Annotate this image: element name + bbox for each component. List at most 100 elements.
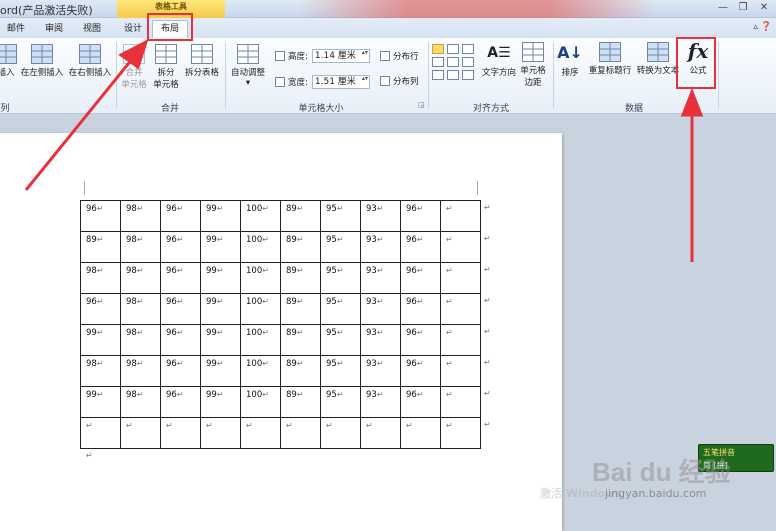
table-cell[interactable]: 98↵: [120, 293, 161, 325]
table-cell[interactable]: 98↵: [120, 324, 161, 356]
insert-left-button[interactable]: 在左侧插入: [18, 44, 66, 78]
table-cell[interactable]: 89↵: [80, 231, 121, 263]
convert-to-text-button[interactable]: 转换为文本: [634, 42, 682, 76]
align-middle-center-icon[interactable]: [447, 57, 459, 67]
table-cell[interactable]: ↵: [360, 417, 401, 449]
table-cell[interactable]: 95↵: [320, 324, 361, 356]
table-cell[interactable]: 98↵: [120, 200, 161, 232]
table-cell[interactable]: 89↵: [280, 262, 321, 294]
table-cell[interactable]: 96↵: [160, 355, 201, 387]
align-bottom-right-icon[interactable]: [462, 70, 474, 80]
table-cell[interactable]: 98↵: [80, 355, 121, 387]
align-middle-left-icon[interactable]: [432, 57, 444, 67]
table-cell[interactable]: 96↵: [160, 200, 201, 232]
split-cells-button[interactable]: 拆分 单元格: [150, 44, 182, 90]
merge-cells-button[interactable]: 合并 单元格: [119, 44, 149, 90]
table-cell[interactable]: 98↵: [120, 355, 161, 387]
close-button[interactable]: ✕: [755, 1, 773, 15]
table-cell[interactable]: 96↵: [400, 293, 441, 325]
table-cell[interactable]: ↵: [80, 417, 121, 449]
table-cell[interactable]: 93↵: [360, 231, 401, 263]
table-cell[interactable]: ↵: [440, 262, 481, 294]
table-cell[interactable]: 96↵: [400, 262, 441, 294]
sort-button[interactable]: A↓ 排序: [556, 42, 584, 78]
table-cell[interactable]: 99↵: [80, 324, 121, 356]
table-cell[interactable]: 89↵: [280, 200, 321, 232]
table-cell[interactable]: 89↵: [280, 324, 321, 356]
table-cell[interactable]: ↵: [440, 293, 481, 325]
table-cell[interactable]: 93↵: [360, 324, 401, 356]
table-cell[interactable]: ↵: [400, 417, 441, 449]
text-direction-button[interactable]: A☰ 文字方向: [479, 42, 519, 78]
table-cell[interactable]: 100↵: [240, 386, 281, 418]
table-cell[interactable]: 93↵: [360, 386, 401, 418]
table-cell[interactable]: 99↵: [200, 262, 241, 294]
data-table[interactable]: 96↵ 98↵ 96↵ 99↵ 100↵ 89↵ 95↵ 93↵ 96↵ ↵ 89↵ 98↵ 96↵ 99…: [80, 200, 481, 449]
table-cell[interactable]: 96↵: [160, 231, 201, 263]
table-cell[interactable]: 96↵: [400, 200, 441, 232]
tab-design[interactable]: 设计: [120, 21, 146, 37]
row-height-input[interactable]: 1.14 厘米: [311, 49, 370, 63]
table-cell[interactable]: ↵: [160, 417, 201, 449]
table-cell[interactable]: 95↵: [320, 200, 361, 232]
table-cell[interactable]: 95↵: [320, 262, 361, 294]
align-top-right-icon[interactable]: [462, 44, 474, 54]
repeat-header-button[interactable]: 重复标题行: [586, 42, 634, 76]
align-top-left-icon[interactable]: [432, 44, 444, 54]
distribute-cols-button[interactable]: 分布列: [380, 75, 419, 87]
cell-margins-button[interactable]: 单元格 边距: [517, 42, 549, 88]
table-cell[interactable]: 96↵: [400, 355, 441, 387]
align-middle-right-icon[interactable]: [462, 57, 474, 67]
table-cell[interactable]: 98↵: [80, 262, 121, 294]
table-cell[interactable]: 99↵: [200, 355, 241, 387]
align-bottom-left-icon[interactable]: [432, 70, 444, 80]
table-cell[interactable]: 96↵: [80, 200, 121, 232]
table-cell[interactable]: ↵: [440, 200, 481, 232]
split-table-button[interactable]: 拆分表格: [182, 44, 222, 78]
table-cell[interactable]: 95↵: [320, 355, 361, 387]
table-cell[interactable]: 99↵: [200, 386, 241, 418]
distribute-rows-button[interactable]: 分布行: [380, 50, 419, 62]
table-cell[interactable]: 100↵: [240, 262, 281, 294]
table-cell[interactable]: ↵: [120, 417, 161, 449]
table-cell[interactable]: 99↵: [200, 231, 241, 263]
table-cell[interactable]: 96↵: [400, 386, 441, 418]
table-cell[interactable]: 96↵: [160, 386, 201, 418]
table-cell[interactable]: 100↵: [240, 324, 281, 356]
table-cell[interactable]: 96↵: [160, 262, 201, 294]
table-cell[interactable]: 96↵: [80, 293, 121, 325]
tab-mailings[interactable]: 邮件: [4, 21, 28, 37]
table-cell[interactable]: 99↵: [200, 200, 241, 232]
table-cell[interactable]: 100↵: [240, 231, 281, 263]
table-cell[interactable]: 93↵: [360, 355, 401, 387]
align-top-center-icon[interactable]: [447, 44, 459, 54]
minimize-button[interactable]: —: [714, 1, 732, 15]
table-cell[interactable]: 98↵: [120, 231, 161, 263]
col-width-input[interactable]: 1.51 厘米: [311, 75, 370, 89]
table-cell[interactable]: 96↵: [160, 324, 201, 356]
table-cell[interactable]: 89↵: [280, 355, 321, 387]
table-cell[interactable]: ↵: [440, 355, 481, 387]
dialog-launcher-icon[interactable]: ◲: [418, 101, 425, 109]
table-cell[interactable]: ↵: [200, 417, 241, 449]
table-cell[interactable]: 93↵: [360, 200, 401, 232]
table-cell[interactable]: ↵: [440, 417, 481, 449]
table-cell[interactable]: 99↵: [80, 386, 121, 418]
table-cell[interactable]: 99↵: [200, 293, 241, 325]
tab-view[interactable]: 视图: [80, 21, 104, 37]
autofit-button[interactable]: 自动调整 ▾: [228, 44, 268, 88]
table-cell[interactable]: 95↵: [320, 386, 361, 418]
table-cell[interactable]: 96↵: [160, 293, 201, 325]
table-cell[interactable]: ↵: [440, 324, 481, 356]
table-cell[interactable]: ↵: [280, 417, 321, 449]
table-cell[interactable]: 98↵: [120, 262, 161, 294]
table-cell[interactable]: 89↵: [280, 231, 321, 263]
table-cell[interactable]: 89↵: [280, 293, 321, 325]
table-cell[interactable]: 100↵: [240, 293, 281, 325]
table-cell[interactable]: ↵: [320, 417, 361, 449]
insert-right-button[interactable]: 在右侧插入: [66, 44, 114, 78]
align-bottom-center-icon[interactable]: [447, 70, 459, 80]
table-cell[interactable]: 100↵: [240, 200, 281, 232]
tab-review[interactable]: 审阅: [42, 21, 66, 37]
table-cell[interactable]: ↵: [240, 417, 281, 449]
